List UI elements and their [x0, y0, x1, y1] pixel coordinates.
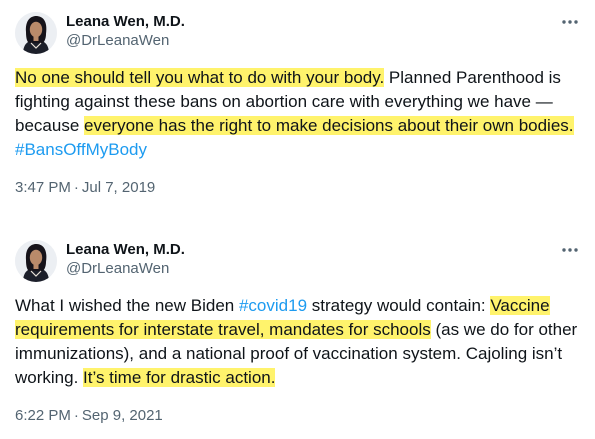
highlighted-text: No one should tell you what to do with y…	[15, 68, 385, 87]
author-name[interactable]: Leana Wen, M.D.	[66, 12, 185, 32]
tweet-date: Sep 9, 2021	[81, 407, 163, 424]
author-handle[interactable]: @DrLeanaWen	[66, 259, 169, 279]
tweet-text: No one should tell you what to do with y…	[15, 66, 583, 162]
tweet: Leana Wen, M.D. @DrLeanaWen No one shoul…	[0, 0, 595, 200]
avatar[interactable]	[15, 240, 57, 282]
avatar[interactable]	[15, 12, 57, 54]
more-horizontal-icon[interactable]	[556, 10, 584, 34]
tweet-time: 3:47 PM	[15, 179, 71, 196]
tweet-time: 6:22 PM	[15, 407, 71, 424]
author-handle[interactable]: @DrLeanaWen	[66, 31, 169, 51]
meta-separator: ·	[73, 179, 79, 196]
highlighted-text: everyone has the right to make decisions…	[84, 116, 574, 135]
tweet-date: Jul 7, 2019	[81, 179, 156, 196]
highlighted-text: It’s time for drastic action.	[83, 368, 276, 387]
author-name[interactable]: Leana Wen, M.D.	[66, 240, 185, 260]
tweet-timestamp[interactable]: 6:22 PM · Sep 9, 2021	[15, 406, 163, 426]
tweet-text-segment: strategy would contain:	[307, 296, 491, 315]
tweet-text: What I wished the new Biden #covid19 str…	[15, 294, 583, 390]
hashtag-link[interactable]: #covid19	[239, 296, 307, 315]
more-horizontal-icon[interactable]	[556, 238, 584, 262]
tweet-timestamp[interactable]: 3:47 PM · Jul 7, 2019	[15, 178, 155, 198]
meta-separator: ·	[73, 407, 79, 424]
tweet: Leana Wen, M.D. @DrLeanaWen What I wishe…	[0, 228, 595, 428]
hashtag-link[interactable]: #BansOffMyBody	[15, 140, 147, 159]
tweet-text-segment: What I wished the new Biden	[15, 296, 239, 315]
